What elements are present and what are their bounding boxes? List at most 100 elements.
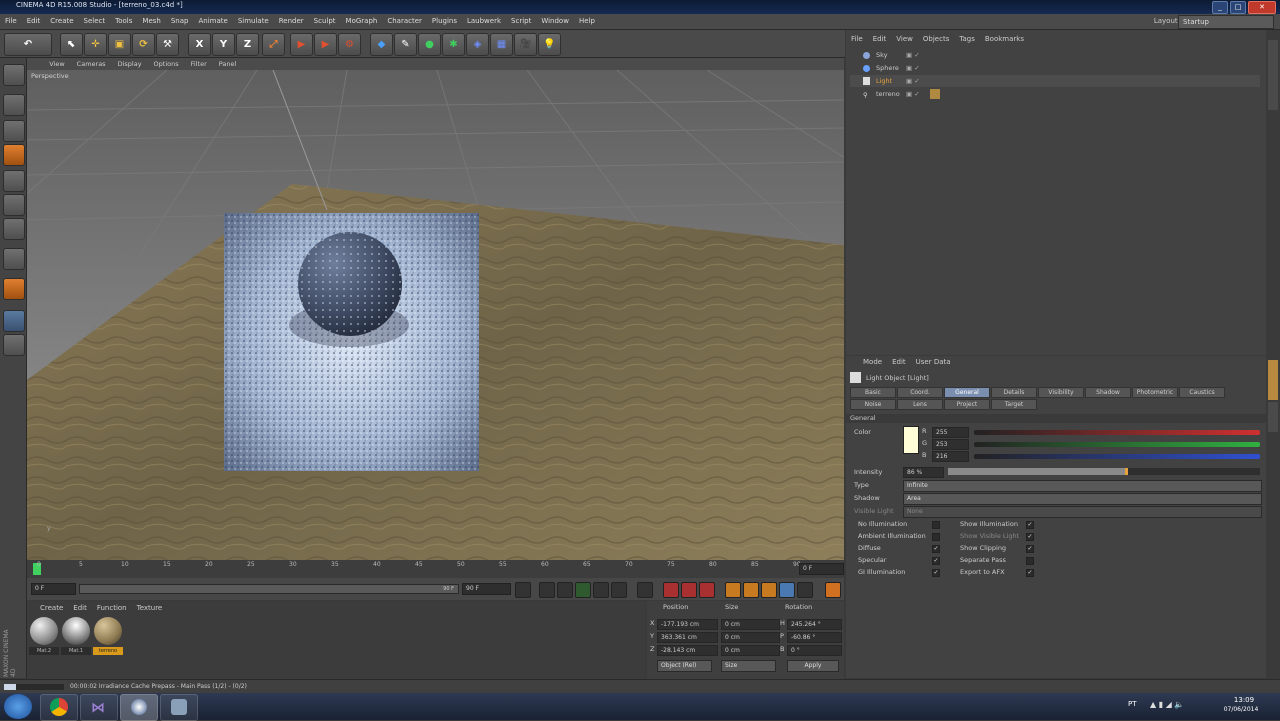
object-menu-file[interactable]: File (846, 32, 868, 46)
color-channel-slider[interactable] (974, 430, 1260, 435)
tab-lens[interactable]: Lens (897, 399, 943, 410)
make-editable-icon[interactable] (3, 64, 25, 86)
object-menu-view[interactable]: View (891, 32, 918, 46)
end-frame-field[interactable]: 90 F (462, 583, 511, 595)
checkbox-no-illumination[interactable] (932, 521, 940, 529)
timeline-ruler[interactable]: 0 5 10 15 20 25 30 35 40 45 50 55 60 65 70 75 80 85 90 0 F (27, 560, 844, 578)
points-mode-icon[interactable] (3, 170, 25, 192)
viewport-menu-filter[interactable]: Filter (185, 58, 213, 70)
apply-button[interactable]: Apply (787, 660, 839, 672)
rotation-h-field[interactable]: 245.264 ° (787, 619, 842, 630)
tray-icons[interactable]: ▲ ▮ ◢ 🔈 (1150, 700, 1184, 709)
deformer-icon[interactable]: ◈ (466, 33, 489, 56)
object-row-light[interactable]: Light ▣ ✓ (850, 75, 1260, 87)
3d-viewport[interactable]: y Perspective (27, 70, 844, 560)
record-icon[interactable] (663, 582, 679, 598)
tab-coord[interactable]: Coord. (897, 387, 943, 398)
material-menu-texture[interactable]: Texture (132, 601, 168, 615)
menu-item-tools[interactable]: Tools (110, 14, 137, 29)
intensity-field[interactable]: 86 % (903, 467, 944, 478)
color-channel-field[interactable]: 216 (932, 451, 969, 462)
point-level-icon[interactable] (797, 582, 813, 598)
coordinate-mode-select[interactable]: Object (Rel) (657, 660, 712, 672)
material-swatch[interactable]: terreno (93, 616, 123, 656)
material-swatch[interactable]: Mat.1 (61, 616, 91, 656)
start-frame-field[interactable]: 0 F (31, 583, 76, 595)
menu-item-help[interactable]: Help (574, 14, 600, 29)
maximize-button[interactable]: □ (1230, 1, 1246, 14)
layout-select[interactable]: Startup (1178, 15, 1274, 29)
frame-range-slider[interactable]: 90 F (79, 584, 459, 594)
live-selection-icon[interactable]: ⬉ (60, 33, 83, 56)
autokey-icon[interactable] (681, 582, 697, 598)
type-select[interactable]: Infinite (903, 480, 1262, 492)
checkbox-show-illumination[interactable]: ✓ (1026, 521, 1034, 529)
subdivision-icon[interactable]: ● (418, 33, 441, 56)
coordinate-system-icon[interactable]: ⤢ (262, 33, 285, 56)
tab-shadow[interactable]: Shadow (1085, 387, 1131, 398)
tab-target[interactable]: Target (991, 399, 1037, 410)
render-settings-icon[interactable]: ⚙ (338, 33, 361, 56)
material-menu-edit[interactable]: Edit (68, 601, 92, 615)
object-menu-tags[interactable]: Tags (954, 32, 980, 46)
current-frame-field[interactable]: 0 F (799, 563, 844, 575)
attribute-menu-user-data[interactable]: User Data (911, 356, 956, 369)
attributes-tab[interactable] (1268, 360, 1278, 400)
sculpt-icon[interactable] (3, 334, 25, 356)
attribute-menu-edit[interactable]: Edit (887, 356, 911, 369)
x-axis-icon[interactable]: X (188, 33, 211, 56)
go-to-start-icon[interactable] (515, 582, 531, 598)
model-mode-icon[interactable] (3, 94, 25, 116)
menu-item-mesh[interactable]: Mesh (137, 14, 165, 29)
recent-tools-icon[interactable]: ⚒ (156, 33, 179, 56)
keyframe-selection-icon[interactable] (699, 582, 715, 598)
previous-frame-icon[interactable] (557, 582, 573, 598)
size-y-field[interactable]: 0 cm (721, 632, 780, 643)
rotation-key-icon[interactable] (761, 582, 777, 598)
object-row-sphere[interactable]: Sphere ▣ ✓ (850, 62, 1260, 74)
shadow-select[interactable]: Area (903, 493, 1262, 505)
object-menu-edit[interactable]: Edit (868, 32, 892, 46)
next-frame-icon[interactable] (593, 582, 609, 598)
checkbox-separate-pass[interactable] (1026, 557, 1034, 565)
material-swatch[interactable]: Mat.2 (29, 616, 59, 656)
menu-item-render[interactable]: Render (274, 14, 309, 29)
visual-studio-taskbar-icon[interactable]: ⋈ (80, 694, 118, 721)
parameter-key-icon[interactable] (779, 582, 795, 598)
menu-item-script[interactable]: Script (506, 14, 536, 29)
menu-item-edit[interactable]: Edit (22, 14, 46, 29)
start-button[interactable] (4, 694, 32, 719)
rotation-p-field[interactable]: -60.86 ° (787, 632, 842, 643)
checkbox-show-visible-light[interactable]: ✓ (1026, 533, 1034, 541)
menu-item-snap[interactable]: Snap (166, 14, 194, 29)
attribute-menu-mode[interactable]: Mode (858, 356, 887, 369)
menu-item-select[interactable]: Select (79, 14, 111, 29)
workplane-icon[interactable] (3, 144, 25, 166)
menu-item-sculpt[interactable]: Sculpt (309, 14, 341, 29)
close-button[interactable]: ✕ (1248, 1, 1276, 14)
tab-general[interactable]: General (944, 387, 990, 398)
layers-tab[interactable] (1268, 402, 1278, 432)
menu-item-animate[interactable]: Animate (193, 14, 232, 29)
rotation-b-field[interactable]: 0 ° (787, 645, 842, 656)
visible-light-select[interactable]: None (903, 506, 1262, 518)
tab-details[interactable]: Details (991, 387, 1037, 398)
chrome-taskbar-icon[interactable] (40, 694, 78, 721)
edges-mode-icon[interactable] (3, 194, 25, 216)
z-axis-icon[interactable]: Z (236, 33, 259, 56)
size-x-field[interactable]: 0 cm (721, 619, 780, 630)
previous-key-icon[interactable] (539, 582, 555, 598)
object-row-sky[interactable]: Sky ▣ ✓ (850, 49, 1260, 61)
menu-item-file[interactable]: File (0, 14, 22, 29)
light-icon[interactable]: 💡 (538, 33, 561, 56)
checkbox-specular[interactable]: ✓ (932, 557, 940, 565)
viewport-menu-display[interactable]: Display (112, 58, 148, 70)
menu-item-character[interactable]: Character (382, 14, 427, 29)
clock-time[interactable]: 13:09 (1224, 696, 1264, 704)
menu-item-mograph[interactable]: MoGraph (341, 14, 383, 29)
array-icon[interactable]: ✱ (442, 33, 465, 56)
menu-item-window[interactable]: Window (536, 14, 574, 29)
axis-mode-icon[interactable] (3, 248, 25, 270)
tweak-mode-icon[interactable] (3, 278, 25, 300)
intensity-slider[interactable] (948, 468, 1260, 475)
